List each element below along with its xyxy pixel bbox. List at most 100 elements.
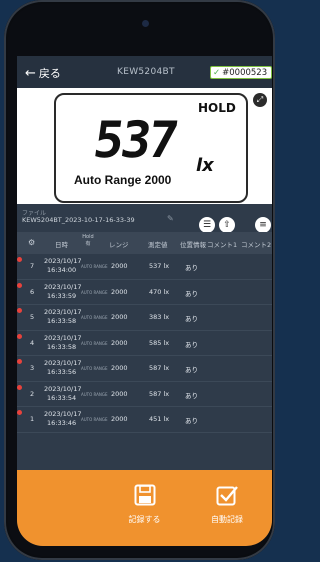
marker-dot (17, 257, 22, 262)
row-range: 2000 (111, 313, 128, 321)
row-time: 16:33:54 (47, 393, 77, 402)
row-range: 2000 (111, 389, 128, 398)
row-number: 7 (30, 262, 35, 270)
app-screen: ← 戻る KEW5204BT ✓ #0000523 HOLD 537 lx Aut… (17, 56, 272, 546)
row-time: 16:33:56 (47, 368, 77, 376)
row-mode: AUTO RANGE (81, 417, 108, 422)
auto-record-icon (216, 486, 238, 506)
app-header: ← 戻る KEW5204BT ✓ #0000523 (17, 56, 272, 88)
meter-panel: HOLD 537 lx Auto Range 2000 ⤢ (17, 88, 272, 204)
back-button[interactable]: ← 戻る (25, 65, 61, 81)
check-icon: ✓ (213, 68, 221, 78)
expand-icon[interactable]: ⤢ (253, 93, 267, 107)
table-row[interactable]: 1 2023/10/17 16:33:46 AUTO RANGE 2000 45… (17, 407, 272, 433)
table-row[interactable]: 7 2023/10/17 16:34:00 AUTO RANGE 2000 53… (17, 254, 272, 280)
marker-dot (17, 410, 22, 415)
row-mode: AUTO RANGE (81, 340, 108, 346)
footer-bar: 記録する 自動記録 (17, 470, 272, 546)
hold-indicator: HOLD (198, 101, 236, 115)
row-location: あり (185, 417, 198, 425)
auto-record-label: 自動記録 (211, 515, 243, 524)
row-mode: AUTO RANGE (81, 391, 108, 397)
row-value: 383 lx (149, 313, 170, 321)
marker-dot (17, 282, 22, 288)
save-icon (134, 484, 155, 506)
back-label: 戻る (38, 67, 61, 80)
row-number: 6 (30, 287, 35, 296)
marker-dot (17, 308, 22, 313)
row-date: 2023/10/17 (44, 410, 82, 418)
row-date: 2023/10/17 (44, 384, 82, 393)
row-number: 2 (30, 389, 35, 398)
row-range: 2000 (111, 415, 128, 423)
row-range: 2000 (111, 262, 128, 270)
row-date: 2023/10/17 (44, 359, 82, 367)
row-mode: AUTO RANGE (81, 264, 108, 269)
row-range: 2000 (111, 364, 128, 372)
row-mode: AUTO RANGE (81, 315, 108, 320)
list-settings-icon[interactable]: ☰ (199, 217, 215, 233)
row-value: 587 lx (149, 364, 170, 372)
front-camera (142, 20, 149, 27)
table-row[interactable]: 4 2023/10/17 16:33:58 AUTO RANGE 2000 58… (17, 331, 272, 356)
table-row[interactable]: 6 2023/10/17 16:33:59 AUTO RANGE 2000 47… (17, 280, 272, 305)
menu-icon[interactable]: ≡ (255, 217, 271, 233)
row-time: 16:33:59 (47, 291, 77, 300)
row-location: あり (185, 289, 198, 298)
col-value: 測定値 (148, 241, 168, 249)
row-range: 2000 (111, 338, 128, 347)
auto-record-button[interactable]: 自動記録 (187, 470, 267, 546)
lcd-display: HOLD 537 lx Auto Range 2000 (54, 93, 248, 203)
row-location: あり (185, 391, 198, 400)
row-value: 587 lx (149, 389, 170, 398)
row-number: 5 (30, 313, 35, 321)
marker-dot (17, 384, 22, 390)
device-id-selector[interactable]: ✓ #0000523 (210, 66, 272, 79)
row-time: 16:34:00 (47, 266, 77, 274)
device-id: #0000523 (222, 68, 268, 78)
file-name: KEW5204BT_2023-10-17-16-33-39 (22, 216, 135, 224)
row-date: 2023/10/17 (44, 333, 82, 342)
col-comment1: コメント1 (207, 241, 238, 249)
back-arrow-icon: ← (25, 65, 36, 81)
phone-frame: ← 戻る KEW5204BT ✓ #0000523 HOLD 537 lx Aut… (4, 0, 275, 560)
table-header: ⚙ 日時 Hold 有 レンジ 測定値 位置情報 コメント1 コメント2 (17, 232, 272, 254)
col-range: レンジ (109, 241, 129, 249)
row-time: 16:33:58 (47, 342, 77, 351)
marker-dot (17, 359, 22, 364)
marker-dot (17, 333, 22, 339)
row-location: あり (185, 340, 198, 349)
col-location: 位置情報 (180, 241, 206, 249)
row-mode: AUTO RANGE (81, 289, 108, 295)
row-number: 3 (30, 364, 35, 372)
row-time: 16:33:46 (47, 419, 77, 427)
reading-unit: lx (196, 155, 214, 176)
table-row[interactable]: 5 2023/10/17 16:33:58 AUTO RANGE 2000 38… (17, 305, 272, 331)
data-table: 7 2023/10/17 16:34:00 AUTO RANGE 2000 53… (17, 254, 272, 433)
row-value: 470 lx (149, 287, 170, 296)
col-hold: Hold 有 (82, 234, 94, 247)
row-value: 585 lx (149, 338, 170, 347)
row-time: 16:33:58 (47, 317, 77, 325)
range-label: Auto Range 2000 (74, 173, 172, 187)
share-icon[interactable]: ⇧ (219, 217, 235, 233)
row-range: 2000 (111, 287, 128, 296)
table-row[interactable]: 2 2023/10/17 16:33:54 AUTO RANGE 2000 58… (17, 382, 272, 407)
table-row[interactable]: 3 2023/10/17 16:33:56 AUTO RANGE 2000 58… (17, 356, 272, 382)
row-value: 451 lx (149, 415, 170, 423)
row-value: 537 lx (149, 262, 170, 270)
row-date: 2023/10/17 (44, 282, 82, 291)
edit-pencil-icon[interactable]: ✎ (167, 214, 174, 223)
row-number: 4 (30, 338, 35, 347)
col-datetime: 日時 (55, 241, 68, 249)
row-date: 2023/10/17 (44, 257, 82, 265)
device-title: KEW5204BT (117, 67, 175, 77)
row-date: 2023/10/17 (44, 308, 82, 316)
row-mode: AUTO RANGE (81, 366, 108, 371)
settings-gear-icon[interactable]: ⚙ (28, 238, 35, 247)
reading-value: 537 (89, 111, 180, 169)
row-location: あり (185, 264, 198, 272)
row-number: 1 (30, 415, 35, 423)
row-location: あり (185, 366, 198, 374)
col-comment2: コメント2 (241, 241, 272, 249)
